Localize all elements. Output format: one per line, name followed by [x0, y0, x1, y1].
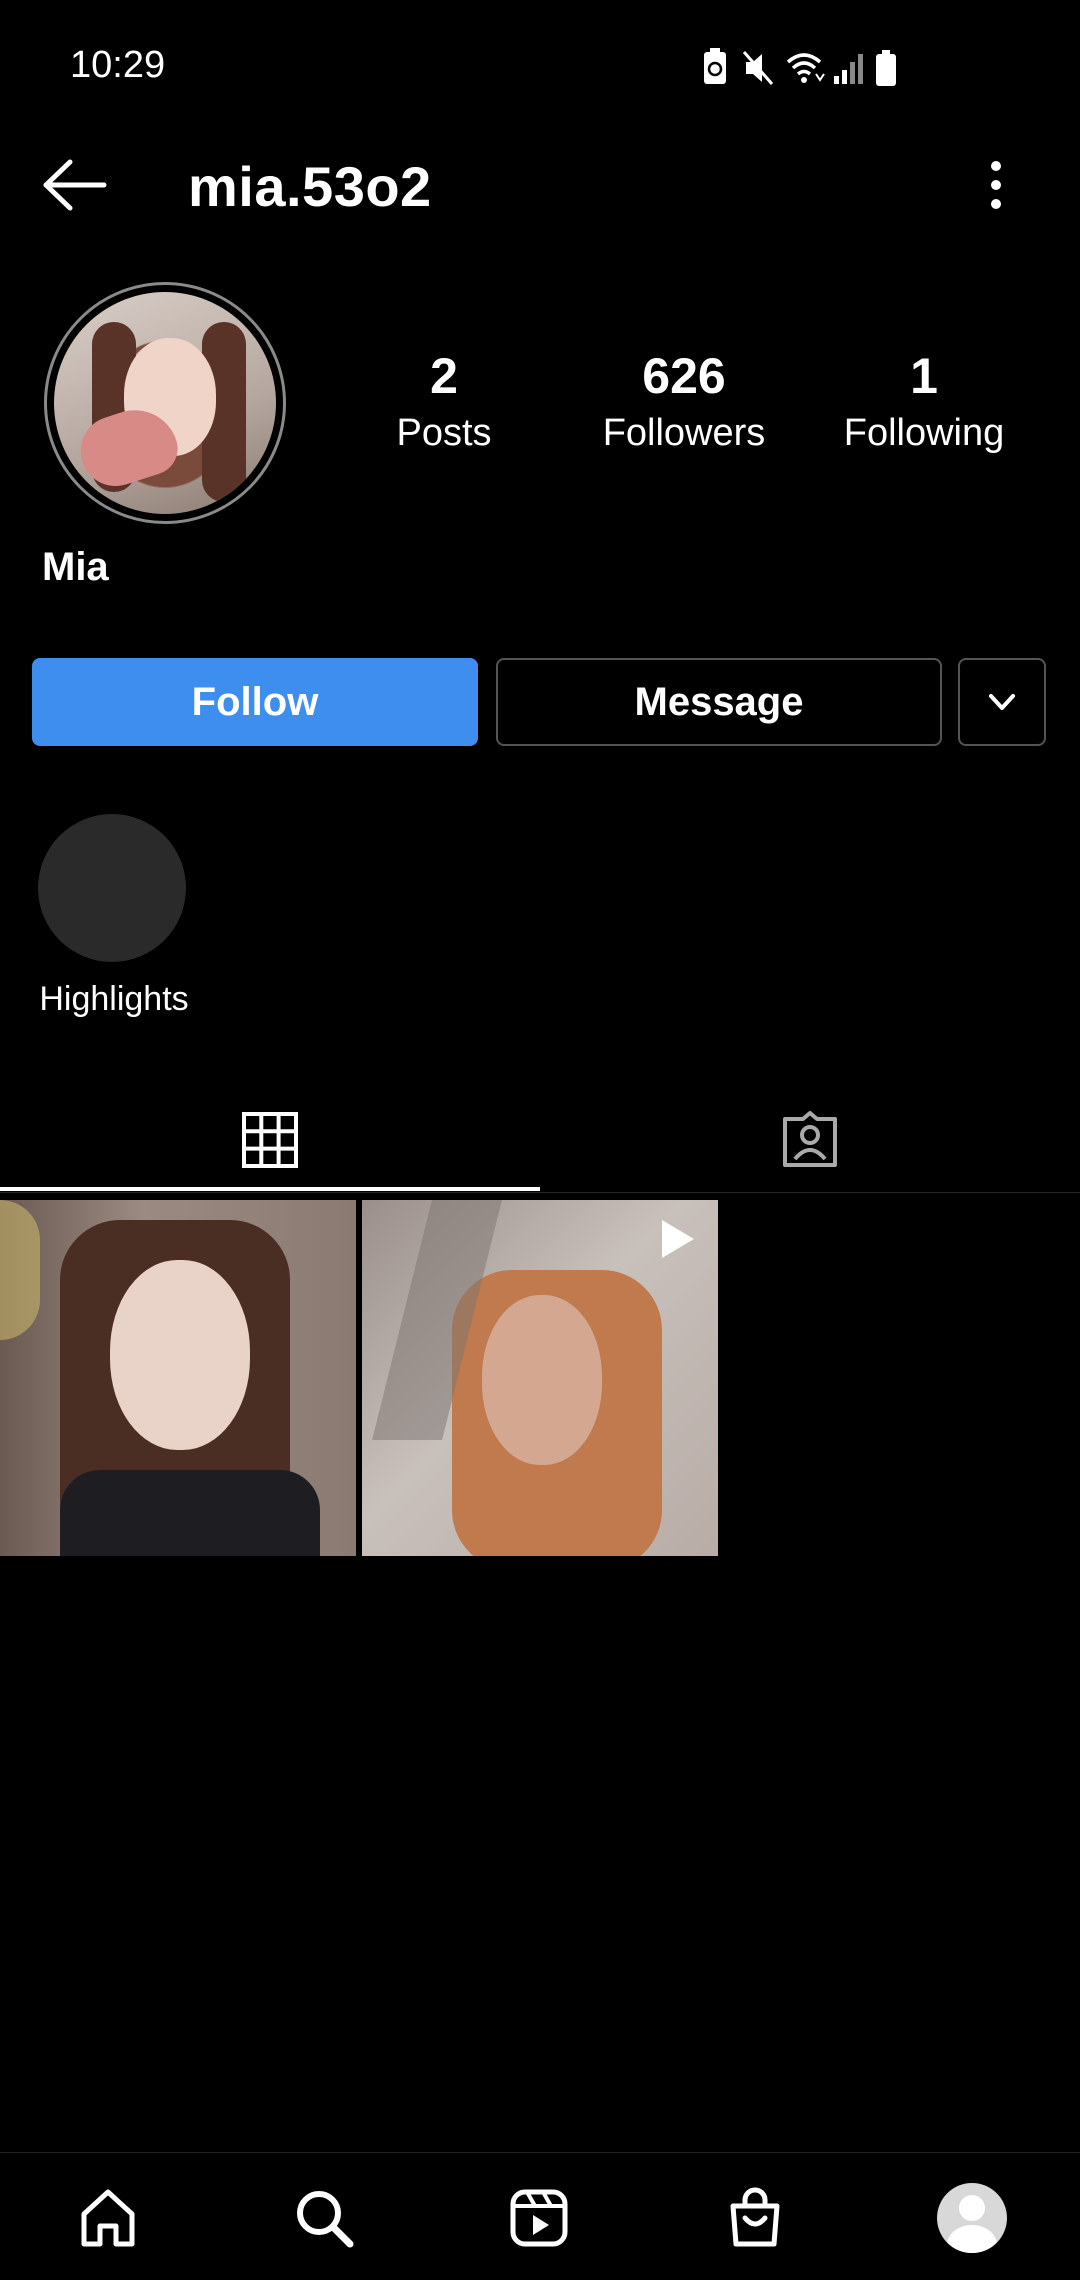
search-icon — [297, 2191, 354, 2248]
battery-saver-icon — [704, 48, 726, 84]
post-thumbnail[interactable] — [0, 1200, 356, 1556]
tab-divider — [0, 1192, 1080, 1193]
following-count[interactable]: 1 Following — [814, 346, 1034, 458]
profile-avatar[interactable] — [54, 292, 276, 514]
message-button[interactable]: Message — [496, 658, 942, 746]
arrow-left-icon — [43, 159, 107, 211]
posts-count-label: Posts — [396, 412, 492, 454]
signal-icon — [834, 54, 863, 84]
reels-icon — [510, 2189, 568, 2247]
play-icon — [662, 1220, 694, 1258]
nav-profile[interactable] — [927, 2178, 1017, 2258]
status-time: 10:29 — [70, 44, 166, 86]
posts-count: 2 Posts — [334, 346, 554, 458]
tagged-person-icon — [783, 1111, 837, 1167]
home-icon — [81, 2189, 135, 2247]
nav-search[interactable] — [279, 2178, 369, 2258]
more-options-button[interactable] — [966, 150, 1026, 222]
following-count-value: 1 — [910, 348, 938, 404]
nav-reels[interactable] — [494, 2178, 584, 2258]
tab-tagged[interactable] — [540, 1090, 1080, 1190]
post-thumbnail-video[interactable] — [362, 1200, 718, 1556]
mute-icon — [742, 51, 774, 85]
followers-count[interactable]: 626 Followers — [574, 346, 794, 458]
highlight-label: Highlights — [39, 980, 189, 1018]
bottom-nav-divider — [0, 2152, 1080, 2153]
profile-full-name: Mia — [42, 545, 109, 589]
active-tab-indicator — [0, 1187, 540, 1191]
status-icons — [700, 46, 910, 90]
shopping-bag-icon — [730, 2187, 780, 2247]
highlight-circle[interactable] — [38, 814, 186, 962]
followers-count-label: Followers — [602, 412, 766, 454]
battery-icon — [876, 50, 896, 86]
chevron-down-icon — [989, 694, 1015, 710]
following-count-label: Following — [843, 412, 1005, 454]
suggested-accounts-button[interactable] — [958, 658, 1046, 746]
wifi-icon — [786, 53, 825, 83]
grid-icon — [242, 1112, 298, 1168]
back-button[interactable] — [36, 150, 116, 220]
follow-button[interactable]: Follow — [32, 658, 478, 746]
profile-avatar-icon — [937, 2183, 1007, 2253]
posts-count-value: 2 — [430, 348, 458, 404]
tab-posts-grid[interactable] — [0, 1090, 540, 1190]
profile-username: mia.53o2 — [188, 155, 432, 218]
followers-count-value: 626 — [642, 348, 726, 404]
more-vertical-icon — [991, 161, 1001, 209]
nav-shop[interactable] — [710, 2178, 800, 2258]
nav-home[interactable] — [63, 2178, 153, 2258]
